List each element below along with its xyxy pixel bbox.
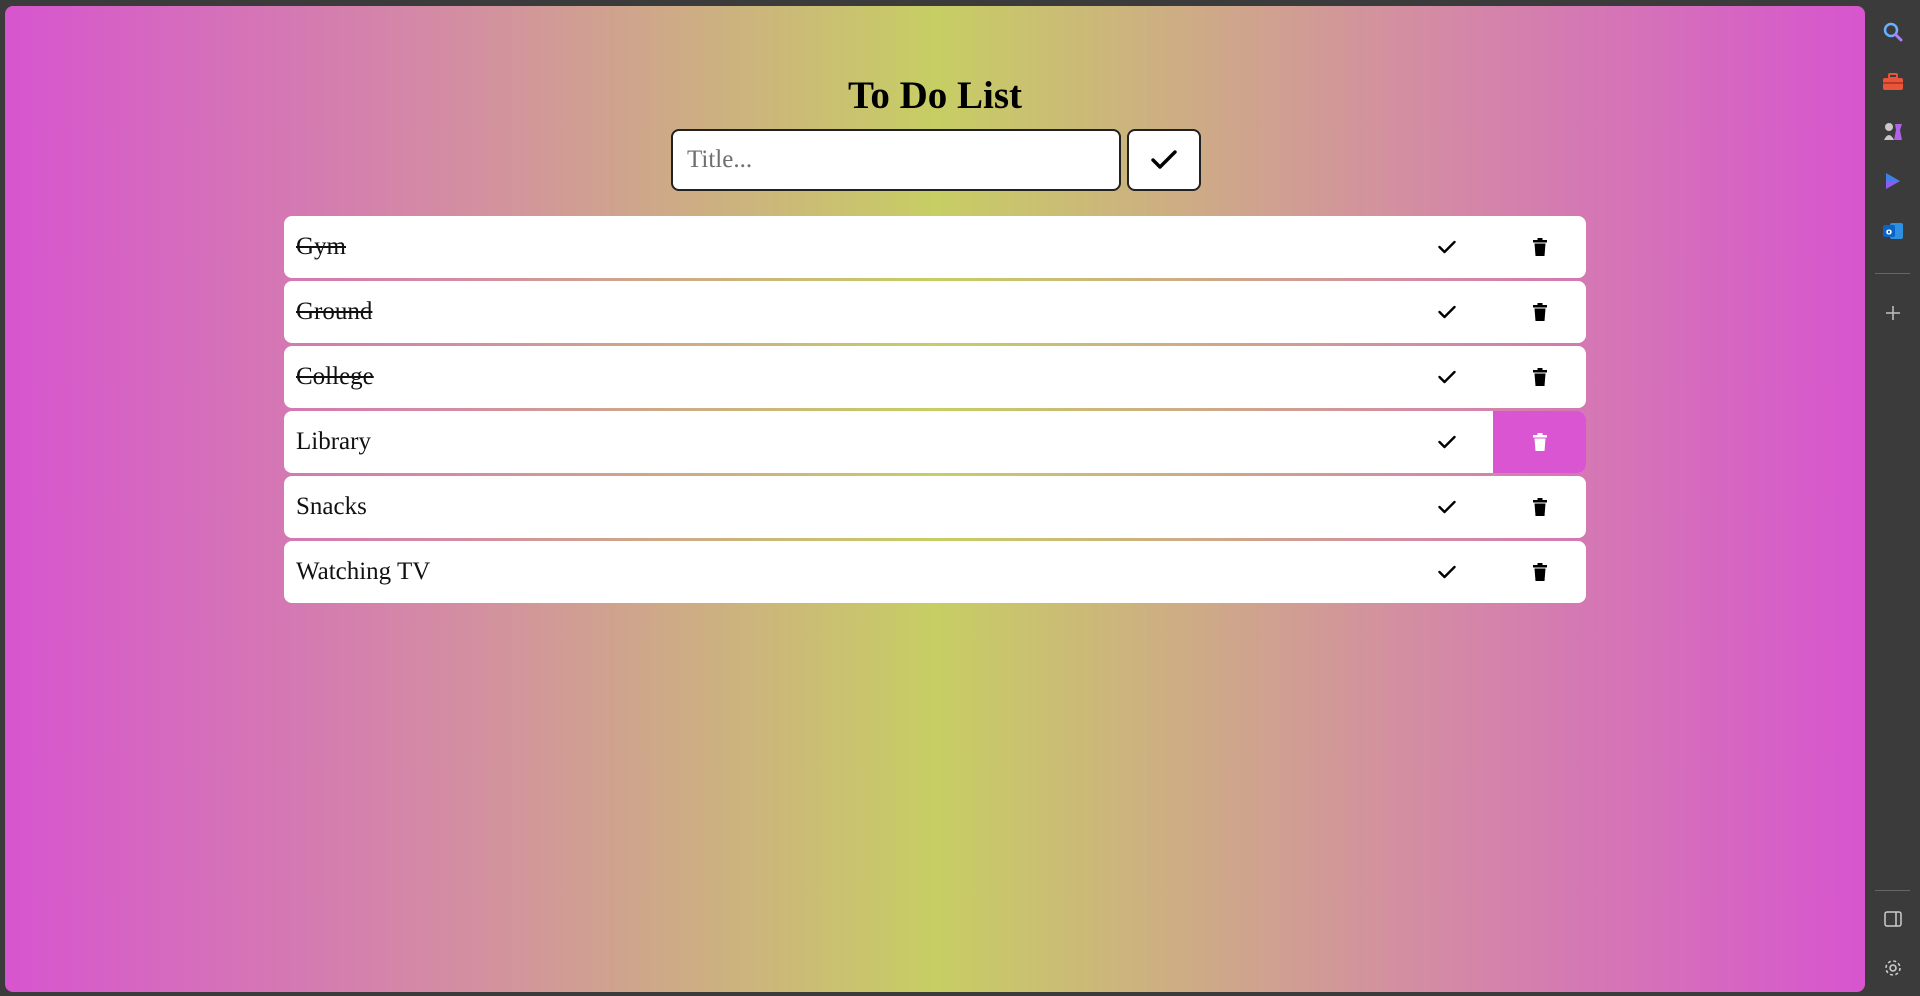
trash-icon (1532, 368, 1547, 386)
title-input[interactable] (671, 129, 1121, 191)
complete-button[interactable] (1400, 346, 1493, 408)
browser-sidebar: o (1865, 0, 1920, 996)
todo-item: Snacks (284, 476, 1586, 538)
todo-text: Snacks (296, 493, 367, 520)
complete-button[interactable] (1400, 281, 1493, 343)
check-icon (1437, 305, 1456, 319)
check-icon (1437, 370, 1456, 384)
search-icon[interactable] (1882, 21, 1904, 43)
chess-icon[interactable] (1882, 120, 1904, 142)
check-icon (1151, 150, 1177, 169)
todo-item: Ground (284, 281, 1586, 343)
sidebar-divider (1875, 273, 1910, 274)
delete-button[interactable] (1493, 281, 1586, 343)
trash-icon (1532, 238, 1547, 256)
sidebar-divider (1875, 890, 1910, 891)
todo-item: College (284, 346, 1586, 408)
delete-button[interactable] (1493, 346, 1586, 408)
todo-item: Gym (284, 216, 1586, 278)
check-icon (1437, 435, 1456, 449)
check-icon (1437, 565, 1456, 579)
todo-text: Watching TV (296, 558, 431, 585)
outlook-icon[interactable]: o (1882, 220, 1904, 242)
todo-text: Gym (296, 233, 346, 260)
add-todo-form (671, 129, 1201, 193)
copilot-icon[interactable] (1882, 170, 1904, 192)
add-icon[interactable] (1882, 302, 1904, 324)
delete-button[interactable] (1493, 541, 1586, 603)
todo-text: Library (296, 428, 371, 455)
settings-icon[interactable] (1882, 957, 1904, 979)
trash-icon (1532, 303, 1547, 321)
delete-button[interactable] (1493, 411, 1586, 473)
svg-text:o: o (1886, 228, 1892, 238)
todo-item: Watching TV (284, 541, 1586, 603)
add-button[interactable] (1127, 129, 1201, 191)
todo-list: Gym Ground College Library Snacks Watchi… (284, 216, 1586, 606)
trash-icon (1532, 433, 1547, 451)
todo-text: Ground (296, 298, 373, 325)
trash-icon (1532, 498, 1547, 516)
trash-icon (1532, 563, 1547, 581)
check-icon (1437, 500, 1456, 514)
delete-button[interactable] (1493, 216, 1586, 278)
toolbox-icon[interactable] (1882, 71, 1904, 93)
complete-button[interactable] (1400, 216, 1493, 278)
todo-text: College (296, 363, 374, 390)
page-title: To Do List (847, 74, 1023, 117)
complete-button[interactable] (1400, 541, 1493, 603)
todo-item: Library (284, 411, 1586, 473)
split-view-icon[interactable] (1882, 908, 1904, 930)
complete-button[interactable] (1400, 411, 1493, 473)
delete-button[interactable] (1493, 476, 1586, 538)
check-icon (1437, 240, 1456, 254)
page-viewport: To Do List Gym Ground (5, 6, 1865, 992)
complete-button[interactable] (1400, 476, 1493, 538)
